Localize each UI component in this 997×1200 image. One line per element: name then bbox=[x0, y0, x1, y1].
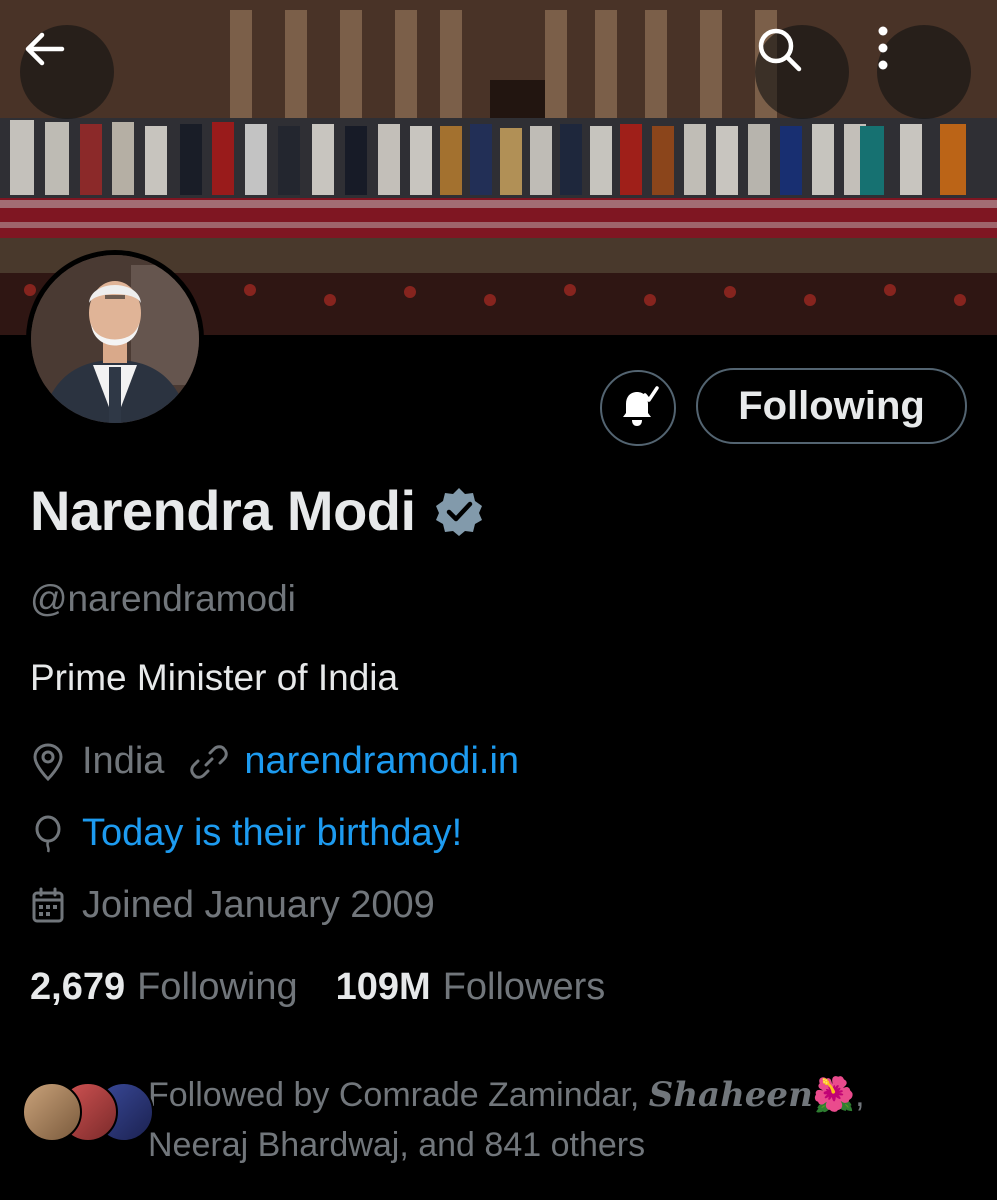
followers-stat[interactable]: 109M Followers bbox=[336, 966, 606, 1009]
profile-name-row: Narendra Modi bbox=[30, 478, 484, 543]
avatar-image bbox=[31, 255, 199, 423]
calendar-icon bbox=[30, 887, 66, 925]
joined-text: Joined January 2009 bbox=[82, 884, 435, 926]
link-icon bbox=[190, 743, 229, 781]
follower-avatars bbox=[22, 1082, 154, 1142]
location-pin-icon bbox=[30, 742, 66, 782]
location-text: India bbox=[82, 740, 165, 782]
following-button[interactable]: Following bbox=[696, 368, 967, 444]
followed-by-highlight-name: Shaheen bbox=[648, 1075, 813, 1115]
followers-count: 109M bbox=[335, 966, 431, 1008]
bell-check-icon bbox=[615, 385, 661, 431]
profile-bio: Prime Minister of India bbox=[30, 657, 399, 698]
search-button[interactable] bbox=[755, 25, 849, 119]
following-count: 2,679 bbox=[30, 966, 126, 1008]
avatar[interactable] bbox=[26, 250, 204, 428]
more-options-button[interactable] bbox=[877, 25, 971, 119]
following-label: Following bbox=[137, 966, 298, 1008]
flower-emoji: 🌺 bbox=[812, 1076, 856, 1114]
followed-by-prefix: Followed by Comrade Zamindar, bbox=[148, 1076, 640, 1114]
location-website-row: India narendramodi.in bbox=[30, 740, 519, 783]
birthday-row: Today is their birthday! bbox=[30, 812, 462, 855]
notifications-button[interactable] bbox=[600, 370, 676, 446]
followed-by-suffix: , bbox=[855, 1076, 865, 1114]
verified-badge-icon[interactable] bbox=[434, 486, 484, 536]
profile-handle: @narendramodi bbox=[30, 578, 296, 619]
joined-row: Joined January 2009 bbox=[30, 884, 435, 927]
profile-name: Narendra Modi bbox=[30, 479, 416, 542]
website-link[interactable]: narendramodi.in bbox=[244, 740, 519, 783]
birthday-text: Today is their birthday! bbox=[82, 812, 463, 854]
followed-by-text: Followed by Comrade Zamindar, Shaheen🌺, … bbox=[148, 1070, 865, 1170]
followed-by-line2: Neeraj Bhardwaj, and 841 others bbox=[148, 1126, 646, 1164]
followers-label: Followers bbox=[442, 966, 606, 1008]
back-button[interactable] bbox=[20, 25, 114, 119]
followed-by-section[interactable]: Followed by Comrade Zamindar, Shaheen🌺, … bbox=[22, 1070, 865, 1170]
follow-stats: 2,679 Following 109M Followers bbox=[30, 966, 643, 1009]
follower-avatar bbox=[22, 1082, 82, 1142]
balloon-icon bbox=[30, 814, 66, 854]
following-stat[interactable]: 2,679 Following bbox=[30, 966, 298, 1009]
